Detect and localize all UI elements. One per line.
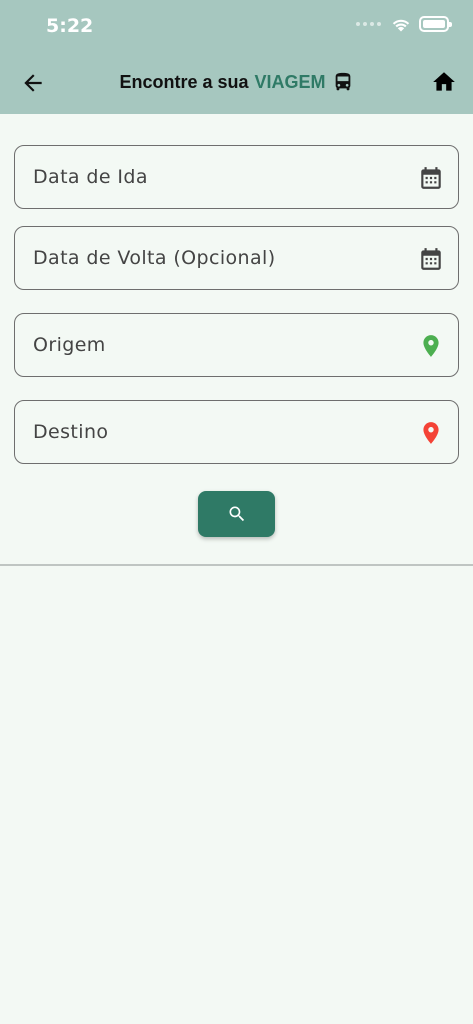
search-button[interactable] [198, 491, 275, 537]
home-icon[interactable] [431, 69, 457, 95]
cellular-signal-icon [356, 22, 381, 26]
return-date-field[interactable]: Data de Volta (Opcional) [14, 226, 459, 290]
wifi-icon [392, 19, 410, 32]
app-header: 5:22 Encontre a sua VIAGEM [0, 0, 473, 114]
status-time: 5:22 [46, 15, 94, 37]
page-title-accent: VIAGEM [254, 71, 326, 92]
divider [0, 564, 473, 566]
battery-icon [419, 16, 452, 32]
departure-date-placeholder: Data de Ida [33, 166, 148, 188]
departure-date-field[interactable]: Data de Ida [14, 145, 459, 209]
destination-field[interactable]: Destino [14, 400, 459, 464]
status-icons [356, 16, 452, 32]
location-pin-icon [423, 335, 439, 357]
bus-icon [335, 72, 350, 91]
calendar-icon[interactable] [418, 165, 444, 191]
location-pin-icon [423, 422, 439, 444]
calendar-icon[interactable] [418, 246, 444, 272]
destination-placeholder: Destino [33, 421, 109, 443]
origin-field[interactable]: Origem [14, 313, 459, 377]
return-date-placeholder: Data de Volta (Opcional) [33, 247, 276, 269]
page-title-prefix: Encontre a sua [119, 71, 249, 92]
origin-placeholder: Origem [33, 334, 106, 356]
page-title: Encontre a sua VIAGEM [0, 71, 473, 93]
search-icon [229, 506, 244, 522]
